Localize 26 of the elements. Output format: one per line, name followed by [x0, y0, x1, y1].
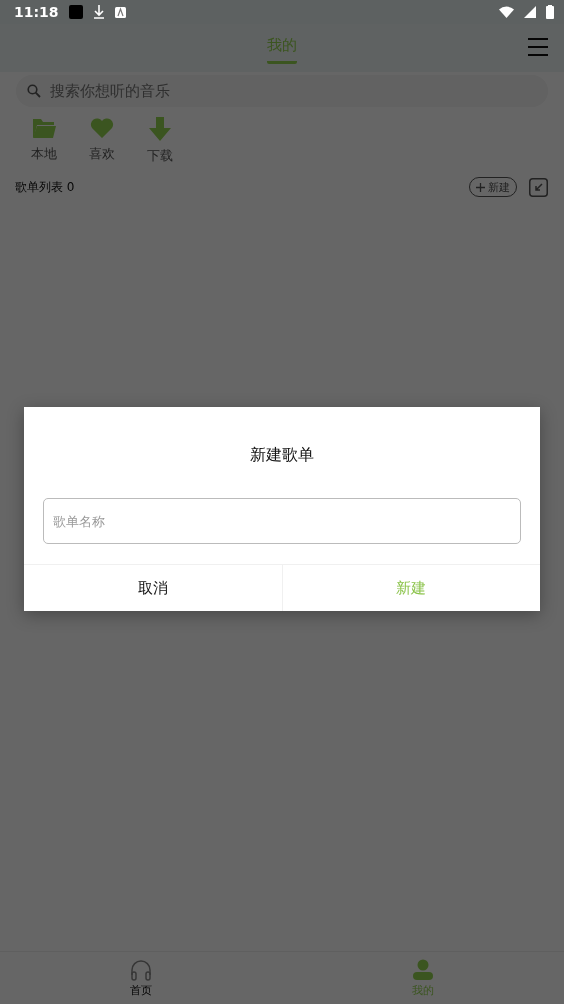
signal-icon	[524, 6, 536, 18]
folder-icon	[32, 117, 56, 139]
heart-icon	[90, 117, 114, 139]
app-notification-icon	[114, 6, 126, 18]
download-arrow-icon	[148, 117, 172, 141]
shortcut-button[interactable]: 喜欢	[82, 117, 122, 165]
nav-tab[interactable]: 我的	[282, 952, 564, 1004]
create-button[interactable]: 新建	[281, 565, 540, 611]
shortcut-button[interactable]: 下载	[140, 117, 180, 165]
shortcut-button[interactable]: 本地	[24, 117, 64, 165]
cancel-button[interactable]: 取消	[24, 565, 282, 611]
person-icon	[412, 958, 434, 981]
playlist-count: 歌单列表 0	[15, 178, 76, 196]
headphones-icon	[130, 958, 152, 981]
import-icon[interactable]	[529, 177, 548, 197]
wifi-icon	[499, 6, 514, 18]
search-icon	[27, 84, 41, 98]
dialog-title: 新建歌单	[249, 444, 315, 466]
playlist-name-field[interactable]: 歌单名称	[43, 498, 521, 544]
status-time: 11:18	[14, 4, 59, 20]
menu-button[interactable]	[528, 38, 548, 56]
nav-tab[interactable]: 首页	[0, 952, 282, 1004]
download-icon	[92, 5, 105, 19]
battery-icon	[546, 5, 554, 19]
notification-square-icon	[68, 5, 83, 19]
plus-icon	[476, 182, 485, 192]
